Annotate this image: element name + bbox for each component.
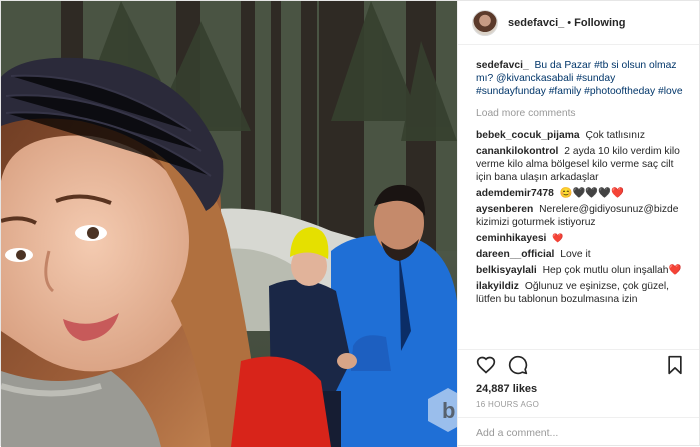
load-more-comments-link[interactable]: Load more comments bbox=[476, 107, 685, 120]
comment-item: canankilokontrol 2 ayda 10 kilo verdim k… bbox=[476, 145, 685, 184]
avatar[interactable] bbox=[472, 9, 498, 36]
post-side-panel: sedefavci_ • Following sedefavci_ Bu da … bbox=[457, 1, 699, 447]
bookmark-icon[interactable] bbox=[665, 355, 685, 375]
post-photo[interactable]: b bbox=[1, 1, 457, 447]
header-username[interactable]: sedefavci_ bbox=[508, 17, 564, 29]
comment-username[interactable]: aysenberen bbox=[476, 204, 533, 215]
svg-text:b: b bbox=[442, 398, 455, 423]
comment-username[interactable]: bebek_cocuk_pijama bbox=[476, 130, 580, 141]
action-bar bbox=[458, 349, 699, 379]
following-button[interactable]: Following bbox=[574, 17, 625, 29]
post-timestamp: 16 HOURS AGO bbox=[476, 400, 540, 409]
comment-item: ceminhikayesi ❤️ bbox=[476, 232, 685, 245]
comments-list: sedefavci_ Bu da Pazar #tb si olsun olma… bbox=[458, 45, 699, 349]
comment-text: ❤️ bbox=[552, 233, 564, 243]
comment-text: Çok tatlısınız bbox=[585, 130, 645, 141]
comment-item: dareen__official Love it bbox=[476, 248, 685, 261]
comment-icon[interactable] bbox=[508, 355, 528, 375]
likes-count[interactable]: 24,887 likes bbox=[458, 379, 699, 395]
caption-username[interactable]: sedefavci_ bbox=[476, 60, 529, 71]
comment-text: Hep çok mutlu olun inşallah❤️ bbox=[542, 265, 682, 276]
post-header: sedefavci_ • Following bbox=[458, 1, 699, 45]
comment-item: ademdemir7478 😊🖤🖤🖤❤️ bbox=[476, 187, 685, 200]
comment-item: belkisyaylali Hep çok mutlu olun inşalla… bbox=[476, 264, 685, 277]
comment-username[interactable]: ilakyildiz bbox=[476, 281, 519, 292]
add-comment-input[interactable]: Add a comment... bbox=[458, 417, 699, 447]
watermark-logo-icon: b bbox=[428, 388, 457, 432]
comment-username[interactable]: belkisyaylali bbox=[476, 265, 537, 276]
comment-item: ilakyildiz Oğlunuz ve eşinizse, çok güze… bbox=[476, 280, 685, 306]
comment-username[interactable]: dareen__official bbox=[476, 249, 554, 260]
post-caption: sedefavci_ Bu da Pazar #tb si olsun olma… bbox=[476, 59, 685, 98]
comment-text: Love it bbox=[560, 249, 591, 260]
comment-item: aysenberen Nerelere@gidiyosunuz@bizde ki… bbox=[476, 203, 685, 229]
comment-text: 😊🖤🖤🖤❤️ bbox=[559, 188, 624, 199]
comment-username[interactable]: ceminhikayesi bbox=[476, 233, 546, 244]
heart-icon[interactable] bbox=[476, 355, 496, 375]
family-forest-selfie bbox=[1, 1, 457, 447]
header-separator: • bbox=[567, 16, 572, 29]
comment-username[interactable]: ademdemir7478 bbox=[476, 188, 554, 199]
comment-username[interactable]: canankilokontrol bbox=[476, 146, 558, 157]
comment-item: bebek_cocuk_pijama Çok tatlısınız bbox=[476, 129, 685, 142]
instagram-post: b sedefavci_ • Following sedefavci_ Bu d… bbox=[0, 0, 700, 447]
